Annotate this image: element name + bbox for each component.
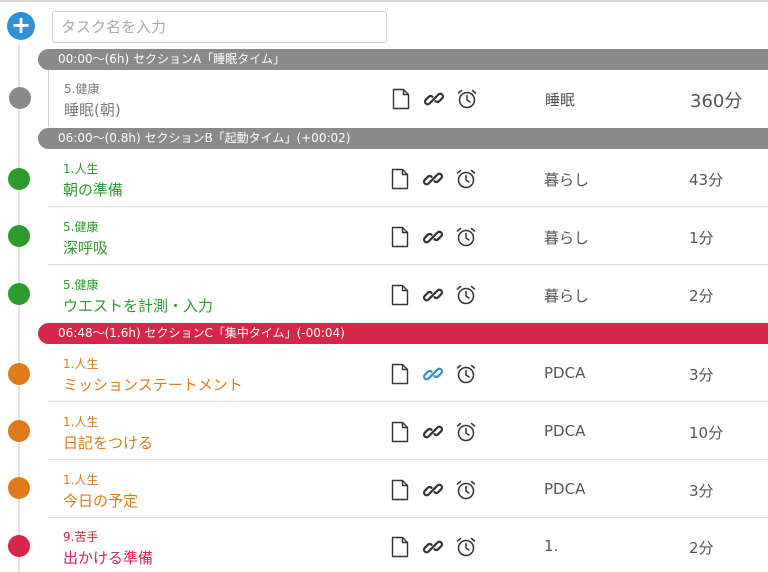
status-dot[interactable]	[8, 363, 30, 385]
section-label: 06:48〜(1.6h) セクションC「集中タイム」(-00:04)	[58, 326, 345, 340]
task-row[interactable]: 5.健康 ウエストを計測・入力 暮らし 2分	[8, 266, 768, 323]
alarm-clock-icon[interactable]	[455, 284, 477, 306]
note-icon[interactable]	[391, 536, 409, 558]
status-dot[interactable]	[8, 168, 30, 190]
task-minutes: 1分	[689, 229, 714, 247]
task-mode: 1.	[544, 537, 559, 555]
task-category: 5.健康	[63, 278, 99, 292]
task-name[interactable]: 出かける準備	[63, 547, 153, 568]
note-icon[interactable]	[392, 88, 410, 110]
task-category: 1.人生	[63, 415, 99, 429]
add-task-button[interactable]: +	[7, 12, 35, 40]
task-row[interactable]: 1.人生 朝の準備 暮らし 43分	[8, 150, 768, 207]
link-icon[interactable]	[422, 284, 444, 306]
task-category: 9.苦手	[63, 530, 99, 544]
task-mode: PDCA	[544, 364, 586, 382]
task-name-input[interactable]	[52, 11, 387, 43]
task-category: 5.健康	[63, 220, 99, 234]
task-row[interactable]: 1.人生 ミッションステートメント PDCA 3分	[8, 345, 768, 402]
task-name[interactable]: 朝の準備	[63, 179, 123, 200]
note-icon[interactable]	[391, 226, 409, 248]
task-name[interactable]: 深呼吸	[63, 237, 108, 258]
task-category: 5.健康	[64, 82, 100, 96]
section-label: 00:00〜(6h) セクションA「睡眠タイム」	[58, 52, 285, 66]
alarm-clock-icon[interactable]	[455, 226, 477, 248]
note-icon[interactable]	[391, 479, 409, 501]
section-header-c[interactable]: 06:48〜(1.6h) セクションC「集中タイム」(-00:04)	[38, 323, 768, 344]
task-name[interactable]: 睡眠(朝)	[64, 99, 121, 120]
link-icon[interactable]	[422, 168, 444, 190]
task-mode: 暮らし	[544, 171, 590, 189]
status-dot[interactable]	[8, 535, 30, 557]
link-icon-active[interactable]	[422, 363, 444, 385]
task-row[interactable]: 5.健康 深呼吸 暮らし 1分	[8, 208, 768, 265]
task-mode: 暮らし	[544, 287, 590, 305]
task-minutes: 3分	[689, 366, 714, 384]
task-name[interactable]: 日記をつける	[63, 432, 153, 453]
task-row[interactable]: 1.人生 今日の予定 PDCA 3分	[8, 461, 768, 518]
task-minutes: 43分	[689, 171, 724, 189]
task-category: 1.人生	[63, 357, 99, 371]
status-dot[interactable]	[8, 225, 30, 247]
section-label: 06:00〜(0.8h) セクションB「起動タイム」(+00:02)	[58, 131, 351, 145]
task-row[interactable]: 9.苦手 出かける準備 1. 2分	[8, 518, 768, 572]
status-dot[interactable]	[8, 420, 30, 442]
section-header-a[interactable]: 00:00〜(6h) セクションA「睡眠タイム」	[38, 49, 768, 70]
note-icon[interactable]	[391, 168, 409, 190]
task-mode: 暮らし	[544, 229, 590, 247]
task-name[interactable]: ミッションステートメント	[63, 374, 243, 395]
alarm-clock-icon[interactable]	[455, 168, 477, 190]
alarm-clock-icon[interactable]	[455, 363, 477, 385]
note-icon[interactable]	[391, 421, 409, 443]
link-icon[interactable]	[423, 88, 445, 110]
status-dot[interactable]	[8, 477, 30, 499]
task-mode: PDCA	[544, 422, 586, 440]
task-minutes: 2分	[689, 539, 714, 557]
task-category: 1.人生	[63, 473, 99, 487]
top-border	[0, 0, 768, 2]
task-minutes: 3分	[689, 482, 714, 500]
task-mode: PDCA	[544, 480, 586, 498]
status-dot[interactable]	[8, 283, 30, 305]
task-category: 1.人生	[63, 162, 99, 176]
link-icon[interactable]	[422, 421, 444, 443]
task-row[interactable]: 1.人生 日記をつける PDCA 10分	[8, 403, 768, 460]
link-icon[interactable]	[422, 536, 444, 558]
task-minutes: 360分	[690, 91, 743, 112]
task-minutes: 10分	[689, 424, 724, 442]
alarm-clock-icon[interactable]	[455, 536, 477, 558]
task-name[interactable]: 今日の予定	[63, 490, 138, 511]
status-dot[interactable]	[9, 87, 31, 109]
link-icon[interactable]	[422, 226, 444, 248]
task-name[interactable]: ウエストを計測・入力	[63, 295, 213, 316]
task-mode: 睡眠	[545, 91, 576, 109]
note-icon[interactable]	[391, 284, 409, 306]
alarm-clock-icon[interactable]	[455, 479, 477, 501]
alarm-clock-icon[interactable]	[455, 421, 477, 443]
link-icon[interactable]	[422, 479, 444, 501]
alarm-clock-icon[interactable]	[456, 88, 478, 110]
task-row[interactable]: 5.健康 睡眠(朝) 睡眠 360分	[9, 70, 768, 127]
note-icon[interactable]	[391, 363, 409, 385]
section-header-b[interactable]: 06:00〜(0.8h) セクションB「起動タイム」(+00:02)	[38, 128, 768, 149]
task-minutes: 2分	[689, 287, 714, 305]
